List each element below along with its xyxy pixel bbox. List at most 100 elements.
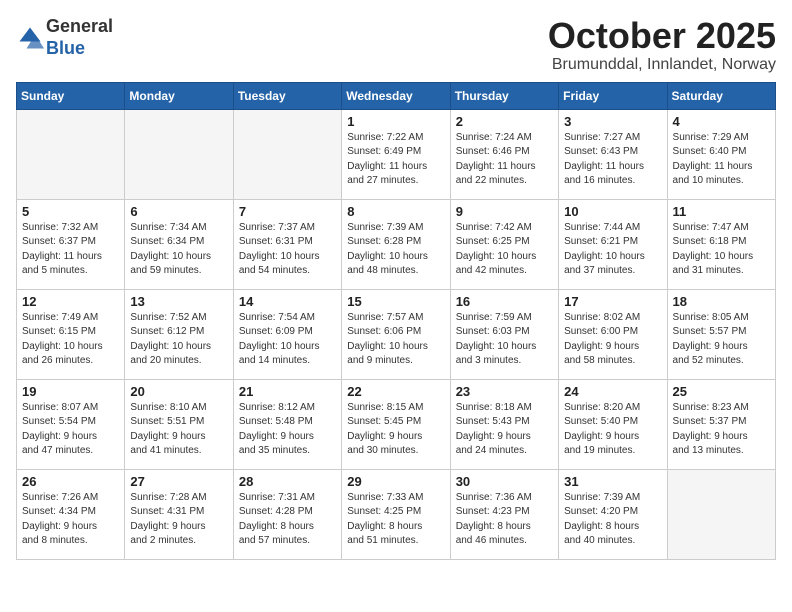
day-info: Sunrise: 7:31 AM Sunset: 4:28 PM Dayligh…: [239, 491, 336, 549]
day-number: 16: [456, 294, 553, 309]
title-block: October 2025 Brumunddal, Innlandet, Norw…: [548, 16, 776, 74]
weekday-header: Thursday: [450, 82, 558, 109]
day-number: 15: [347, 294, 444, 309]
day-number: 29: [347, 474, 444, 489]
logo-blue-text: Blue: [46, 38, 85, 58]
logo-general-text: General: [46, 16, 113, 36]
day-info: Sunrise: 7:47 AM Sunset: 6:18 PM Dayligh…: [673, 221, 770, 279]
calendar-cell: 1Sunrise: 7:22 AM Sunset: 6:49 PM Daylig…: [342, 109, 450, 199]
day-info: Sunrise: 8:07 AM Sunset: 5:54 PM Dayligh…: [22, 401, 119, 459]
calendar-cell: 23 Sunrise: 8:18 AM Sunset: 5:43 PM Dayli…: [450, 379, 558, 469]
calendar-cell: 20Sunrise: 8:10 AM Sunset: 5:51 PM Dayli…: [125, 379, 233, 469]
calendar-table: SundayMondayTuesdayWednesdayThursdayFrid…: [16, 82, 776, 560]
calendar-title: October 2025: [548, 16, 776, 56]
weekday-header: Saturday: [667, 82, 775, 109]
day-number: 2: [456, 114, 553, 129]
day-number: 13: [130, 294, 227, 309]
day-info: Sunrise: 8:18 AM Sunset: 5:43 PM Dayligh…: [456, 401, 553, 459]
day-number: 1: [347, 114, 444, 129]
calendar-week-row: 26 Sunrise: 7:26 AM Sunset: 4:34 PM Dayli…: [17, 469, 776, 559]
calendar-cell: 15 Sunrise: 7:57 AM Sunset: 6:06 PM Dayli…: [342, 289, 450, 379]
page-header: General Blue October 2025 Brumunddal, In…: [16, 16, 776, 74]
day-info: Sunrise: 7:24 AM Sunset: 6:46 PM Dayligh…: [456, 131, 553, 189]
day-info: Sunrise: 8:10 AM Sunset: 5:51 PM Dayligh…: [130, 401, 227, 459]
logo-icon: [16, 24, 44, 52]
day-info: Sunrise: 7:27 AM Sunset: 6:43 PM Dayligh…: [564, 131, 661, 189]
day-info: Sunrise: 7:34 AM Sunset: 6:34 PM Dayligh…: [130, 221, 227, 279]
day-info: Sunrise: 7:57 AM Sunset: 6:06 PM Dayligh…: [347, 311, 444, 369]
day-number: 31: [564, 474, 661, 489]
day-info: Sunrise: 7:32 AM Sunset: 6:37 PM Dayligh…: [22, 221, 119, 279]
day-info: Sunrise: 7:29 AM Sunset: 6:40 PM Dayligh…: [673, 131, 770, 189]
calendar-cell: 9 Sunrise: 7:42 AM Sunset: 6:25 PM Daylig…: [450, 199, 558, 289]
day-number: 3: [564, 114, 661, 129]
logo: General Blue: [16, 16, 113, 59]
calendar-cell: 6Sunrise: 7:34 AM Sunset: 6:34 PM Daylig…: [125, 199, 233, 289]
calendar-cell: 14 Sunrise: 7:54 AM Sunset: 6:09 PM Dayli…: [233, 289, 341, 379]
calendar-cell: 22 Sunrise: 8:15 AM Sunset: 5:45 PM Dayli…: [342, 379, 450, 469]
day-info: Sunrise: 7:26 AM Sunset: 4:34 PM Dayligh…: [22, 491, 119, 549]
calendar-cell: 2 Sunrise: 7:24 AM Sunset: 6:46 PM Daylig…: [450, 109, 558, 199]
calendar-week-row: 1Sunrise: 7:22 AM Sunset: 6:49 PM Daylig…: [17, 109, 776, 199]
day-number: 10: [564, 204, 661, 219]
day-number: 19: [22, 384, 119, 399]
day-number: 11: [673, 204, 770, 219]
day-number: 26: [22, 474, 119, 489]
day-info: Sunrise: 8:23 AM Sunset: 5:37 PM Dayligh…: [673, 401, 770, 459]
calendar-cell: [667, 469, 775, 559]
day-number: 24: [564, 384, 661, 399]
calendar-cell: 4 Sunrise: 7:29 AM Sunset: 6:40 PM Daylig…: [667, 109, 775, 199]
calendar-cell: [125, 109, 233, 199]
day-info: Sunrise: 8:02 AM Sunset: 6:00 PM Dayligh…: [564, 311, 661, 369]
weekday-header: Tuesday: [233, 82, 341, 109]
day-info: Sunrise: 7:44 AM Sunset: 6:21 PM Dayligh…: [564, 221, 661, 279]
calendar-cell: 5 Sunrise: 7:32 AM Sunset: 6:37 PM Daylig…: [17, 199, 125, 289]
day-number: 21: [239, 384, 336, 399]
day-number: 5: [22, 204, 119, 219]
day-number: 22: [347, 384, 444, 399]
weekday-header: Monday: [125, 82, 233, 109]
calendar-body: 1Sunrise: 7:22 AM Sunset: 6:49 PM Daylig…: [17, 109, 776, 559]
day-number: 8: [347, 204, 444, 219]
calendar-cell: 18 Sunrise: 8:05 AM Sunset: 5:57 PM Dayli…: [667, 289, 775, 379]
calendar-cell: 11 Sunrise: 7:47 AM Sunset: 6:18 PM Dayli…: [667, 199, 775, 289]
calendar-cell: 13Sunrise: 7:52 AM Sunset: 6:12 PM Dayli…: [125, 289, 233, 379]
day-number: 28: [239, 474, 336, 489]
calendar-cell: 21Sunrise: 8:12 AM Sunset: 5:48 PM Dayli…: [233, 379, 341, 469]
calendar-cell: 25Sunrise: 8:23 AM Sunset: 5:37 PM Dayli…: [667, 379, 775, 469]
calendar-cell: 31 Sunrise: 7:39 AM Sunset: 4:20 PM Dayli…: [559, 469, 667, 559]
day-number: 12: [22, 294, 119, 309]
day-info: Sunrise: 7:39 AM Sunset: 4:20 PM Dayligh…: [564, 491, 661, 549]
calendar-header: SundayMondayTuesdayWednesdayThursdayFrid…: [17, 82, 776, 109]
day-number: 9: [456, 204, 553, 219]
day-info: Sunrise: 7:54 AM Sunset: 6:09 PM Dayligh…: [239, 311, 336, 369]
day-info: Sunrise: 8:05 AM Sunset: 5:57 PM Dayligh…: [673, 311, 770, 369]
weekday-header: Friday: [559, 82, 667, 109]
calendar-cell: 27Sunrise: 7:28 AM Sunset: 4:31 PM Dayli…: [125, 469, 233, 559]
day-number: 27: [130, 474, 227, 489]
weekday-header: Wednesday: [342, 82, 450, 109]
day-number: 17: [564, 294, 661, 309]
day-info: Sunrise: 8:15 AM Sunset: 5:45 PM Dayligh…: [347, 401, 444, 459]
calendar-cell: 29 Sunrise: 7:33 AM Sunset: 4:25 PM Dayli…: [342, 469, 450, 559]
day-info: Sunrise: 7:37 AM Sunset: 6:31 PM Dayligh…: [239, 221, 336, 279]
day-number: 18: [673, 294, 770, 309]
calendar-cell: 19 Sunrise: 8:07 AM Sunset: 5:54 PM Dayli…: [17, 379, 125, 469]
day-number: 30: [456, 474, 553, 489]
calendar-cell: 7Sunrise: 7:37 AM Sunset: 6:31 PM Daylig…: [233, 199, 341, 289]
calendar-cell: 8 Sunrise: 7:39 AM Sunset: 6:28 PM Daylig…: [342, 199, 450, 289]
calendar-cell: 28 Sunrise: 7:31 AM Sunset: 4:28 PM Dayli…: [233, 469, 341, 559]
day-info: Sunrise: 7:42 AM Sunset: 6:25 PM Dayligh…: [456, 221, 553, 279]
day-info: Sunrise: 7:59 AM Sunset: 6:03 PM Dayligh…: [456, 311, 553, 369]
day-info: Sunrise: 7:39 AM Sunset: 6:28 PM Dayligh…: [347, 221, 444, 279]
calendar-cell: 16 Sunrise: 7:59 AM Sunset: 6:03 PM Dayli…: [450, 289, 558, 379]
day-info: Sunrise: 7:36 AM Sunset: 4:23 PM Dayligh…: [456, 491, 553, 549]
calendar-week-row: 12Sunrise: 7:49 AM Sunset: 6:15 PM Dayli…: [17, 289, 776, 379]
day-number: 4: [673, 114, 770, 129]
calendar-subtitle: Brumunddal, Innlandet, Norway: [548, 56, 776, 74]
day-info: Sunrise: 7:33 AM Sunset: 4:25 PM Dayligh…: [347, 491, 444, 549]
calendar-cell: [17, 109, 125, 199]
day-number: 23: [456, 384, 553, 399]
calendar-cell: 10 Sunrise: 7:44 AM Sunset: 6:21 PM Dayli…: [559, 199, 667, 289]
day-number: 14: [239, 294, 336, 309]
